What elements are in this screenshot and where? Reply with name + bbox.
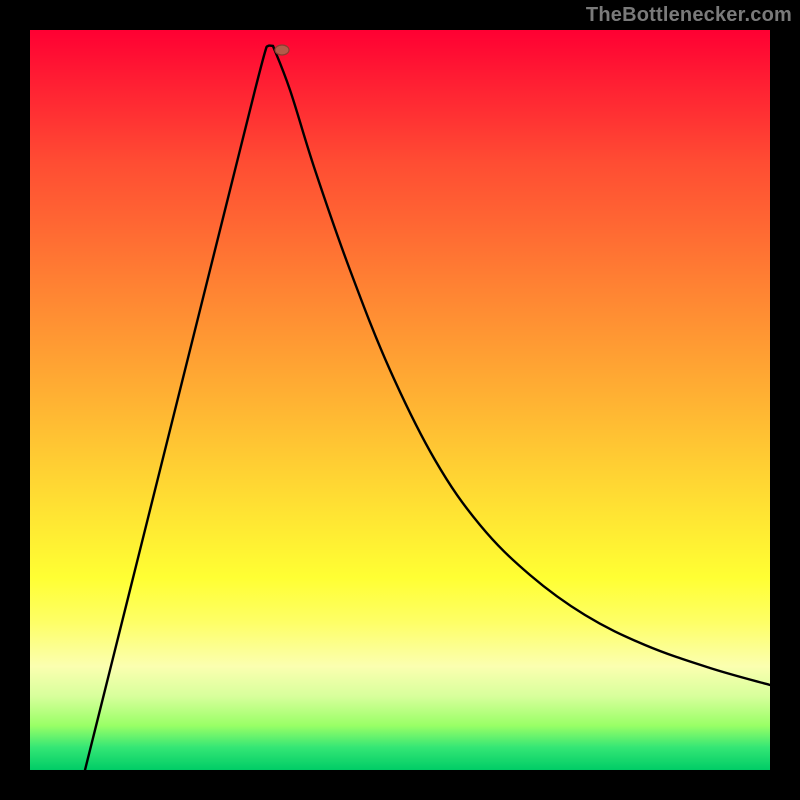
- bottleneck-curve-right: [273, 46, 770, 685]
- watermark-text: TheBottlenecker.com: [586, 4, 792, 27]
- plot-svg: [30, 30, 770, 770]
- chart-frame: TheBottlenecker.com: [0, 0, 800, 800]
- bottleneck-curve-left: [85, 46, 273, 770]
- plot-area: [30, 30, 770, 770]
- minimum-marker: [275, 45, 289, 55]
